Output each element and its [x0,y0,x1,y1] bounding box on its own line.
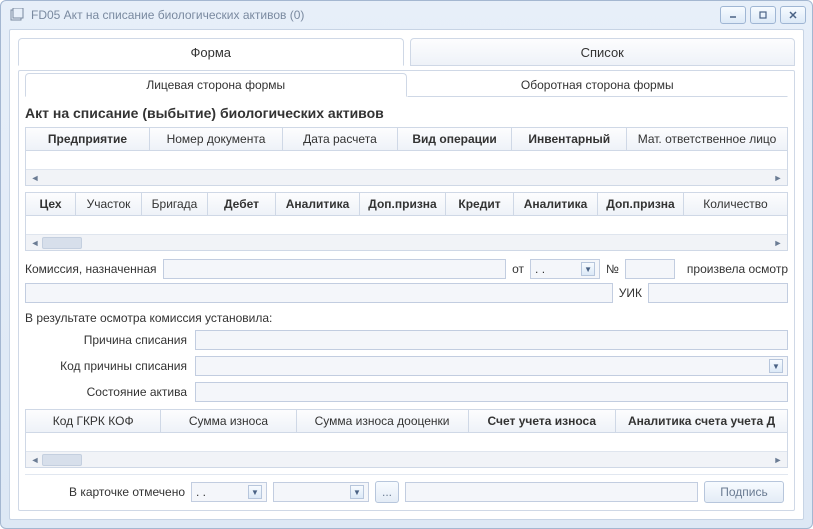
page-title: Акт на списание (выбытие) биологических … [25,105,788,121]
commission-row: Комиссия, назначенная от . . ▼ № произве… [25,259,788,279]
col-enterprise[interactable]: Предприятие [26,128,150,150]
window-controls [720,6,806,24]
col-brigade[interactable]: Бригада [142,193,208,215]
tab-list[interactable]: Список [410,38,796,66]
col-wear-analytics[interactable]: Аналитика счета учета Д [616,410,787,432]
browse-button[interactable]: ... [375,481,399,503]
num-label: № [606,262,619,276]
chevron-down-icon[interactable]: ▼ [350,485,364,499]
grid2-header: Цех Участок Бригада Дебет Аналитика Доп.… [26,193,787,216]
sign-button-label: Подпись [720,485,768,499]
scroll-thumb[interactable] [42,454,82,466]
uik-row: УИК [25,283,788,303]
result-line: В результате осмотра комиссия установила… [25,311,788,325]
col-quantity[interactable]: Количество [684,193,787,215]
minimize-button[interactable] [720,6,746,24]
maximize-button[interactable] [750,6,776,24]
scroll-right-icon[interactable]: ► [771,454,785,466]
col-shop[interactable]: Цех [26,193,76,215]
col-section[interactable]: Участок [76,193,142,215]
uik-label: УИК [619,286,642,300]
col-wear-account[interactable]: Счет учета износа [469,410,617,432]
close-button[interactable] [780,6,806,24]
commission-input[interactable] [163,259,507,279]
col-responsible[interactable]: Мат. ответственное лицо [627,128,787,150]
grid2-scrollbar[interactable]: ◄ ► [26,234,787,250]
grid1-body[interactable] [26,151,787,169]
col-extra2[interactable]: Доп.призна [598,193,684,215]
scroll-right-icon[interactable]: ► [771,237,785,249]
scroll-left-icon[interactable]: ◄ [28,237,42,249]
reason-code-label: Код причины списания [25,359,195,373]
marked-text-input[interactable] [405,482,698,502]
commission-date-value: . . [535,262,545,276]
grid2-body[interactable] [26,216,787,234]
col-op-type[interactable]: Вид операции [398,128,513,150]
marked-type-combo[interactable]: ▼ [273,482,369,502]
grid3-scrollbar[interactable]: ◄ ► [26,451,787,467]
titlebar: FD05 Акт на списание биологических актив… [1,1,812,29]
col-wear-reval[interactable]: Сумма износа дооценки [297,410,469,432]
window-frame: FD05 Акт на списание биологических актив… [0,0,813,529]
col-wear-sum[interactable]: Сумма износа [161,410,296,432]
col-debit[interactable]: Дебет [208,193,276,215]
tab-back-label: Оборотная сторона формы [521,78,674,92]
commission-date-picker[interactable]: . . ▼ [530,259,600,279]
commission-label: Комиссия, назначенная [25,262,157,276]
sign-button[interactable]: Подпись [704,481,784,503]
marked-date-picker[interactable]: . . ▼ [191,482,267,502]
reason-code-row: Код причины списания ▼ [25,356,788,376]
grid-wear: Код ГКРК КОФ Сумма износа Сумма износа д… [25,409,788,468]
reason-label: Причина списания [25,333,195,347]
tab-front-side[interactable]: Лицевая сторона формы [25,73,407,97]
main-tabs: Форма Список [18,38,795,66]
app-icon [9,7,25,23]
reason-input[interactable] [195,330,788,350]
reason-row: Причина списания [25,330,788,350]
from-label: от [512,262,524,276]
chevron-down-icon[interactable]: ▼ [581,262,595,276]
reason-code-combo[interactable]: ▼ [195,356,788,376]
grid3-header: Код ГКРК КОФ Сумма износа Сумма износа д… [26,410,787,433]
sub-tabs: Лицевая сторона формы Оборотная сторона … [25,73,788,97]
grid-details: Цех Участок Бригада Дебет Аналитика Доп.… [25,192,788,251]
grid3-body[interactable] [26,433,787,451]
asset-state-input[interactable] [195,382,788,402]
chevron-down-icon[interactable]: ▼ [248,485,262,499]
col-analytics1[interactable]: Аналитика [276,193,360,215]
col-gkrk[interactable]: Код ГКРК КОФ [26,410,161,432]
col-extra1[interactable]: Доп.призна [360,193,446,215]
col-doc-number[interactable]: Номер документа [150,128,283,150]
col-credit[interactable]: Кредит [446,193,514,215]
commission-number-input[interactable] [625,259,675,279]
scroll-left-icon[interactable]: ◄ [28,172,42,184]
grid-header-info: Предприятие Номер документа Дата расчета… [25,127,788,186]
window-title: FD05 Акт на списание биологических актив… [31,8,720,22]
col-calc-date[interactable]: Дата расчета [283,128,398,150]
uik-input[interactable] [648,283,788,303]
grid1-header: Предприятие Номер документа Дата расчета… [26,128,787,151]
form-area: Лицевая сторона формы Оборотная сторона … [18,70,795,511]
ellipsis-icon: ... [382,485,392,499]
tab-front-label: Лицевая сторона формы [146,78,285,92]
did-label: произвела осмотр [687,262,788,276]
marked-date-value: . . [196,485,206,499]
tab-list-label: Список [581,45,624,60]
scroll-left-icon[interactable]: ◄ [28,454,42,466]
col-inventory[interactable]: Инвентарный [512,128,627,150]
marked-label: В карточке отмечено [69,485,185,499]
scroll-right-icon[interactable]: ► [771,172,785,184]
tab-form-label: Форма [190,45,231,60]
tab-back-side[interactable]: Оборотная сторона формы [407,73,789,97]
grid1-scrollbar[interactable]: ◄ ► [26,169,787,185]
tab-form[interactable]: Форма [18,38,404,66]
client-area: Форма Список Лицевая сторона формы Оборо… [9,29,804,520]
chevron-down-icon[interactable]: ▼ [769,359,783,373]
bottom-bar: В карточке отмечено . . ▼ ▼ ... Подпись [25,474,788,503]
scroll-thumb[interactable] [42,237,82,249]
col-analytics2[interactable]: Аналитика [514,193,598,215]
asset-state-row: Состояние актива [25,382,788,402]
asset-state-label: Состояние актива [25,385,195,399]
inspection-object-input[interactable] [25,283,613,303]
